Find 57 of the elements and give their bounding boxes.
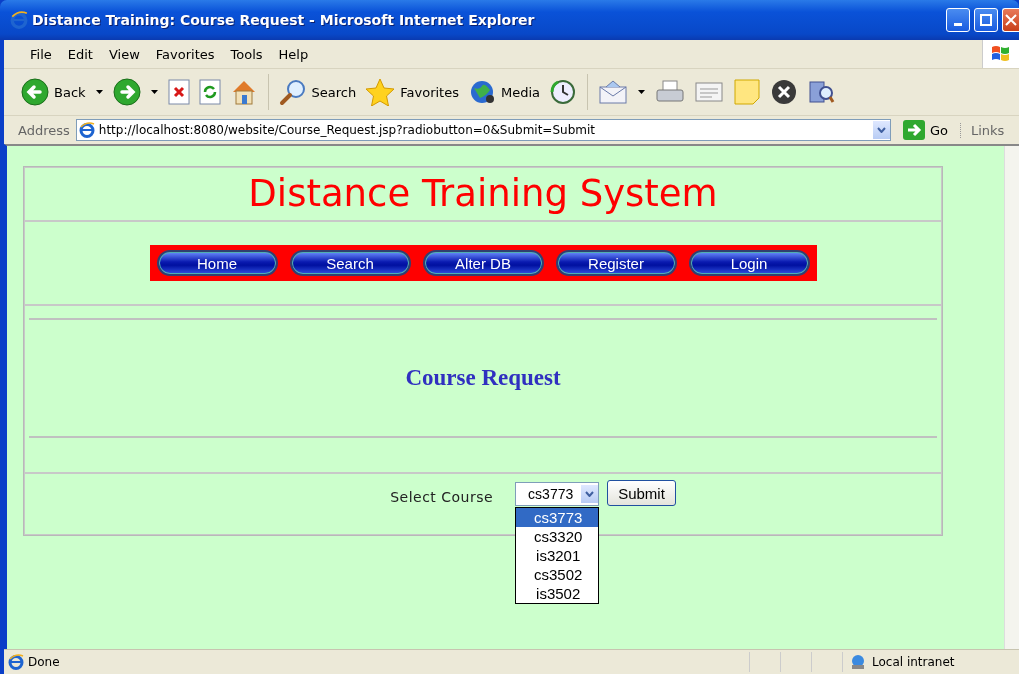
dropdown-option[interactable]: cs3502: [516, 565, 599, 584]
dropdown-option[interactable]: is3201: [516, 546, 599, 565]
menu-item[interactable]: Edit: [59, 44, 101, 64]
menu-item[interactable]: Tools: [222, 44, 271, 64]
address-field[interactable]: http://localhost:8080/website/Course_Request.jsp?radiobutton=0&Submit=Submit: [75, 119, 891, 141]
book-magnifier-icon: [807, 78, 835, 106]
dropdown-option[interactable]: cs3320: [516, 527, 599, 546]
caret-icon: [638, 90, 645, 94]
section-title: Course Request: [405, 365, 561, 391]
minimize-button[interactable]: [946, 8, 970, 32]
minimize-icon: [954, 22, 962, 26]
clock-icon: [549, 78, 577, 106]
maximize-button[interactable]: [974, 8, 998, 32]
dropdown-option[interactable]: is3502: [516, 584, 599, 603]
course-select[interactable]: cs3773: [515, 482, 600, 506]
document-icon: [694, 79, 724, 105]
address-label: Address: [18, 122, 70, 138]
menu-item[interactable]: File: [22, 44, 60, 64]
search-button[interactable]: Search: [275, 76, 360, 108]
menu-item[interactable]: Help: [270, 44, 317, 64]
browser-logo-icon: [10, 11, 28, 29]
star-icon: [365, 78, 396, 106]
caret-icon: [150, 90, 158, 94]
printer-icon: [655, 79, 685, 105]
nav-button[interactable]: Alter DB: [422, 250, 544, 276]
zone-text: Local intranet: [872, 655, 955, 669]
media-button[interactable]: Media: [464, 76, 543, 108]
close-button[interactable]: [1002, 8, 1019, 32]
caret-icon: [95, 90, 103, 94]
nav-button[interactable]: Search: [289, 250, 411, 276]
back-button[interactable]: Back: [18, 76, 89, 108]
field-label: Select Course: [390, 489, 494, 505]
scrollbar[interactable]: [1004, 146, 1019, 649]
favorites-button[interactable]: Favorites: [362, 76, 462, 108]
maximize-icon: [980, 14, 992, 26]
nav-button[interactable]: Login: [688, 250, 810, 276]
network-icon: [849, 654, 867, 670]
nav-button[interactable]: Home: [156, 250, 278, 276]
dropdown-option[interactable]: cs3773: [516, 508, 599, 527]
status-text: Done: [28, 655, 60, 669]
links-button[interactable]: Links: [960, 122, 1019, 138]
go-button[interactable]: Go: [896, 120, 954, 140]
note-icon: [733, 78, 761, 106]
page-icon: [8, 654, 24, 670]
close-circle-icon: [770, 78, 798, 106]
magnifier-icon: [278, 78, 307, 106]
menu-item[interactable]: Favorites: [147, 44, 223, 64]
envelope-icon: [598, 79, 628, 105]
menu-item[interactable]: View: [100, 44, 148, 64]
refresh-icon: [198, 79, 221, 105]
close-icon: [1005, 14, 1017, 26]
nav-button[interactable]: Register: [555, 250, 677, 276]
site-heading: Distance Training System: [247, 171, 719, 217]
window-title: Distance Training: Course Request - Microsoft Internet Explorer: [32, 12, 536, 28]
stop-icon: [167, 79, 190, 105]
page-icon: [78, 122, 95, 138]
submit-button[interactable]: Submit: [607, 480, 676, 506]
